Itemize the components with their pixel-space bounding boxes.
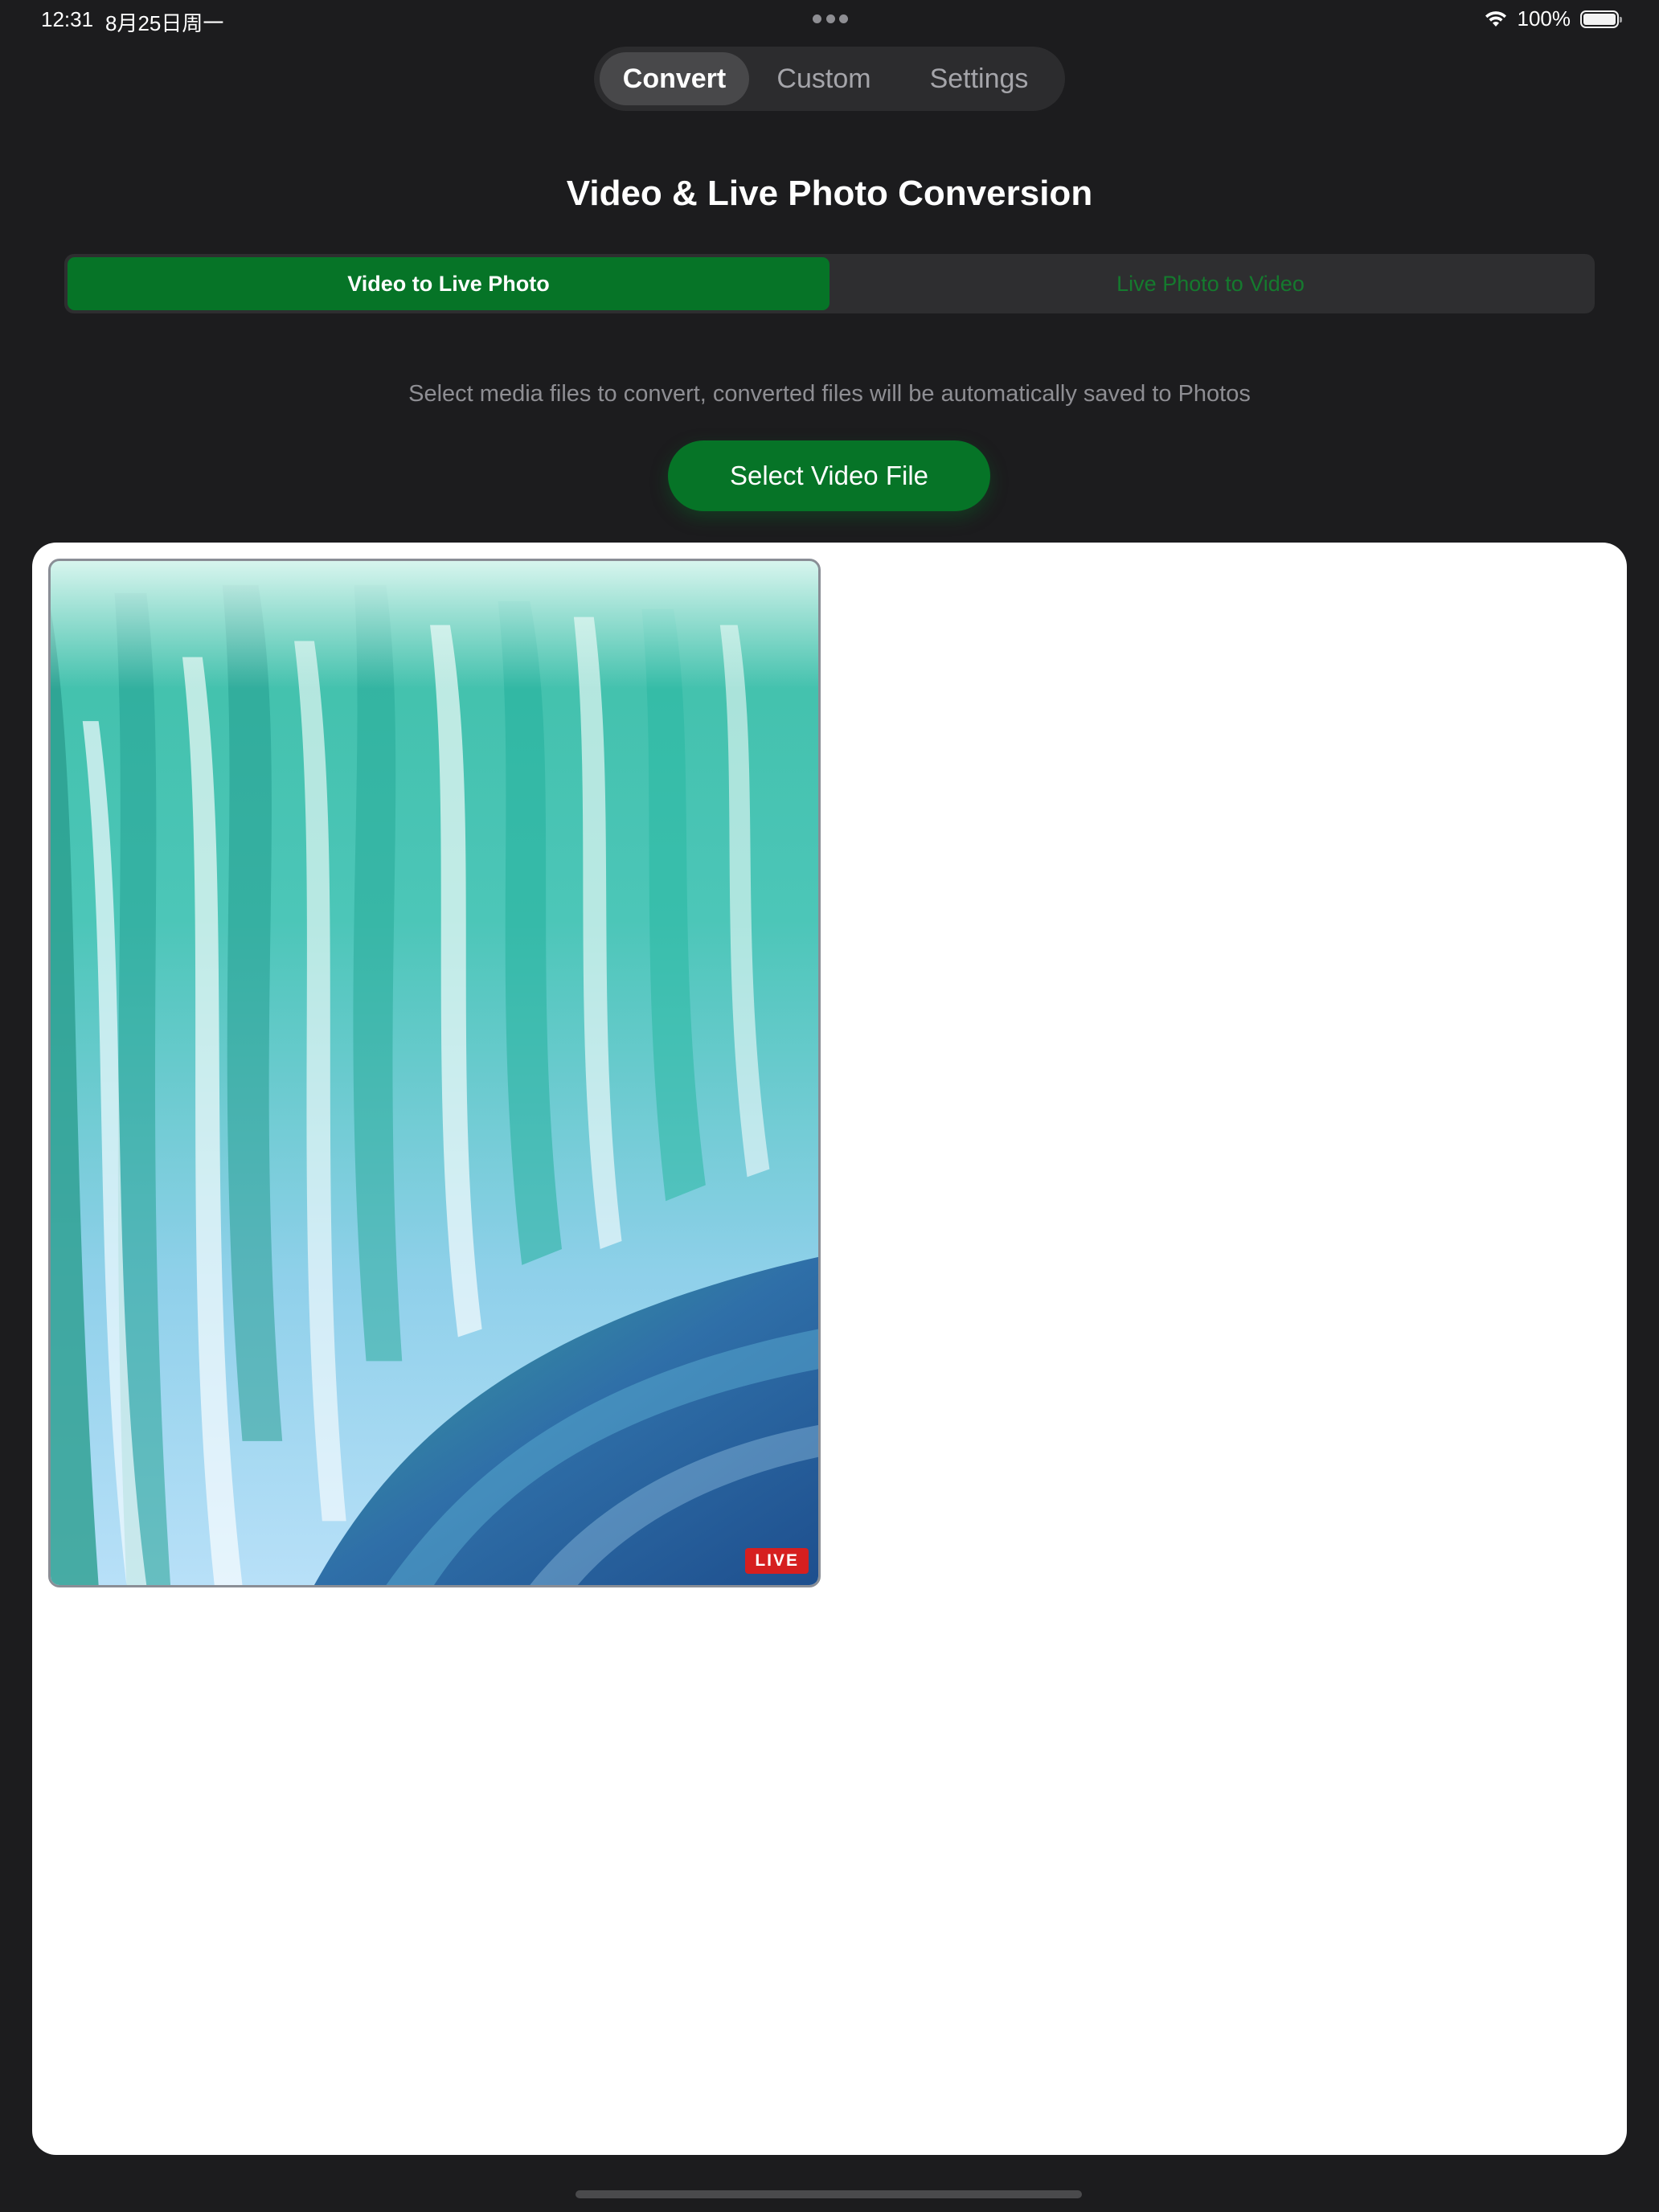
tab-custom[interactable]: Custom — [749, 52, 899, 105]
status-right: 100% — [1484, 6, 1622, 31]
mode-video-to-live-photo[interactable]: Video to Live Photo — [68, 257, 830, 310]
media-thumbnail[interactable]: LIVE — [48, 559, 821, 1587]
home-indicator[interactable] — [576, 2190, 1082, 2198]
mode-live-photo-to-video[interactable]: Live Photo to Video — [830, 257, 1591, 310]
battery-icon — [1580, 10, 1622, 28]
multitasking-dots-icon[interactable] — [813, 14, 848, 24]
tab-convert[interactable]: Convert — [600, 52, 749, 105]
waterfall-image — [51, 561, 818, 1585]
app-screen: 12:31 8月25日周一 100% Convert Custom Settin… — [0, 0, 1659, 2212]
live-badge: LIVE — [745, 1548, 809, 1574]
battery-percent: 100% — [1517, 6, 1571, 31]
tab-settings[interactable]: Settings — [899, 52, 1059, 105]
wifi-icon — [1484, 10, 1508, 28]
media-grid-panel: LIVE — [32, 543, 1627, 2155]
conversion-mode-control: Video to Live Photo Live Photo to Video — [64, 254, 1595, 313]
instructions-text: Select media files to convert, converted… — [408, 381, 1251, 407]
status-date: 8月25日周一 — [105, 11, 224, 35]
status-time: 12:31 — [41, 7, 94, 31]
top-tab-bar: Convert Custom Settings — [594, 47, 1065, 111]
status-bar: 12:31 8月25日周一 100% — [0, 0, 1659, 39]
select-video-file-button[interactable]: Select Video File — [668, 440, 990, 511]
page-title: Video & Live Photo Conversion — [566, 174, 1093, 213]
